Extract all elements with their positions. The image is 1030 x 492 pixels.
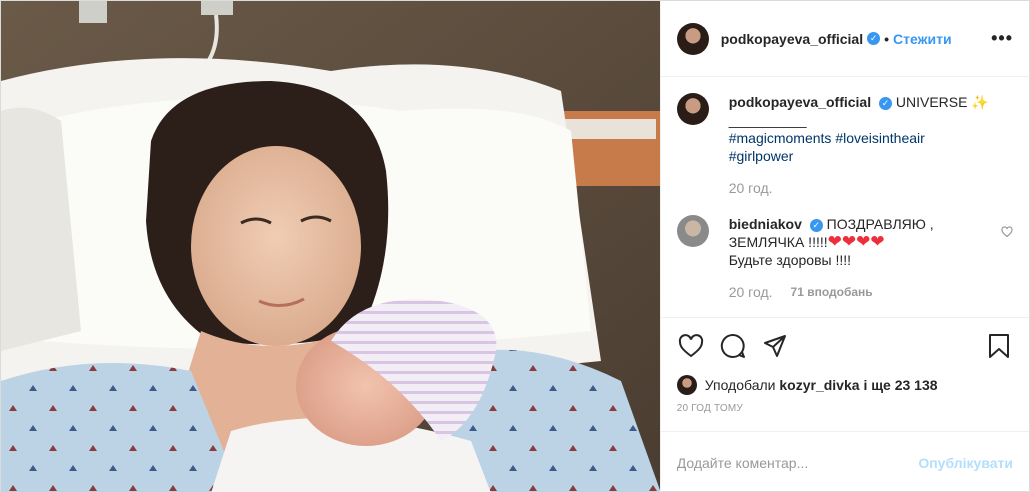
hashtag-link[interactable]: #magicmoments <box>729 130 832 146</box>
verified-badge-icon: ✓ <box>867 32 881 45</box>
comment-like-heart-icon[interactable] <box>1001 225 1013 241</box>
comment-composer: Опублікувати <box>660 431 1029 492</box>
comment-item: biedniakov ✓ ПОЗДРАВЛЯЮ , ЗЕМЛЯЧКА !!!!!… <box>676 215 1013 301</box>
caption-time[interactable]: 20 год. <box>729 179 773 197</box>
post-side-panel: podkopayeva_official ✓ • Стежити ••• pod… <box>659 1 1029 492</box>
commenter-username[interactable]: biedniakov <box>729 216 802 232</box>
liker-username[interactable]: kozyr_divka <box>779 377 859 393</box>
likes-count[interactable]: і ще 23 138 <box>863 377 937 393</box>
liker-avatar[interactable] <box>676 375 697 395</box>
save-bookmark-icon[interactable] <box>983 330 1015 362</box>
author-username[interactable]: podkopayeva_official <box>721 31 863 47</box>
comments-section: podkopayeva_official ✓ UNIVERSE ✨ ______… <box>661 77 1029 317</box>
caption-username[interactable]: podkopayeva_official <box>729 94 871 110</box>
hashtag-link[interactable]: #girlpower <box>729 148 794 164</box>
hashtag-link[interactable]: #loveisintheair <box>835 130 925 146</box>
verified-badge-icon: ✓ <box>809 219 823 232</box>
caption-author-avatar[interactable] <box>676 93 709 125</box>
like-heart-icon[interactable] <box>675 330 707 362</box>
post-header: podkopayeva_official ✓ • Стежити ••• <box>660 1 1029 77</box>
more-options-icon[interactable]: ••• <box>991 28 1013 49</box>
follow-button[interactable]: Стежити <box>893 31 952 47</box>
comment-time[interactable]: 20 год. <box>729 283 773 301</box>
caption-divider: __________ <box>728 112 807 128</box>
comment-text-line1: ПОЗДРАВЛЯЮ , <box>826 216 934 232</box>
liked-by-prefix: Уподобали <box>704 377 776 393</box>
comment-input[interactable] <box>676 454 919 471</box>
post-timestamp[interactable]: 20 ГОД ТОМУ <box>661 397 1029 431</box>
author-avatar[interactable] <box>676 22 709 55</box>
verified-badge-icon: ✓ <box>879 97 892 110</box>
caption-text: UNIVERSE ✨ <box>895 94 989 110</box>
separator-dot: • <box>884 30 890 47</box>
comment-bubble-icon[interactable] <box>717 330 749 362</box>
comment-likes-count[interactable]: 71 вподобань <box>791 283 873 301</box>
publish-button[interactable]: Опублікувати <box>918 455 1013 471</box>
share-icon[interactable] <box>759 330 791 362</box>
caption: podkopayeva_official ✓ UNIVERSE ✨ ______… <box>676 93 1013 197</box>
comment-text-line2: ЗЕМЛЯЧКА !!!!! <box>728 234 828 250</box>
post-actions-bar <box>660 317 1029 373</box>
comment-text-line3: Будьте здоровы !!!! <box>728 252 852 268</box>
red-hearts-emoji: ❤❤❤❤ <box>827 232 885 251</box>
post-photo[interactable] <box>1 1 660 492</box>
liked-by: Уподобали kozyr_divka і ще 23 138 <box>661 373 1029 397</box>
commenter-avatar[interactable] <box>676 215 709 247</box>
post-dialog: podkopayeva_official ✓ • Стежити ••• pod… <box>0 0 1030 492</box>
